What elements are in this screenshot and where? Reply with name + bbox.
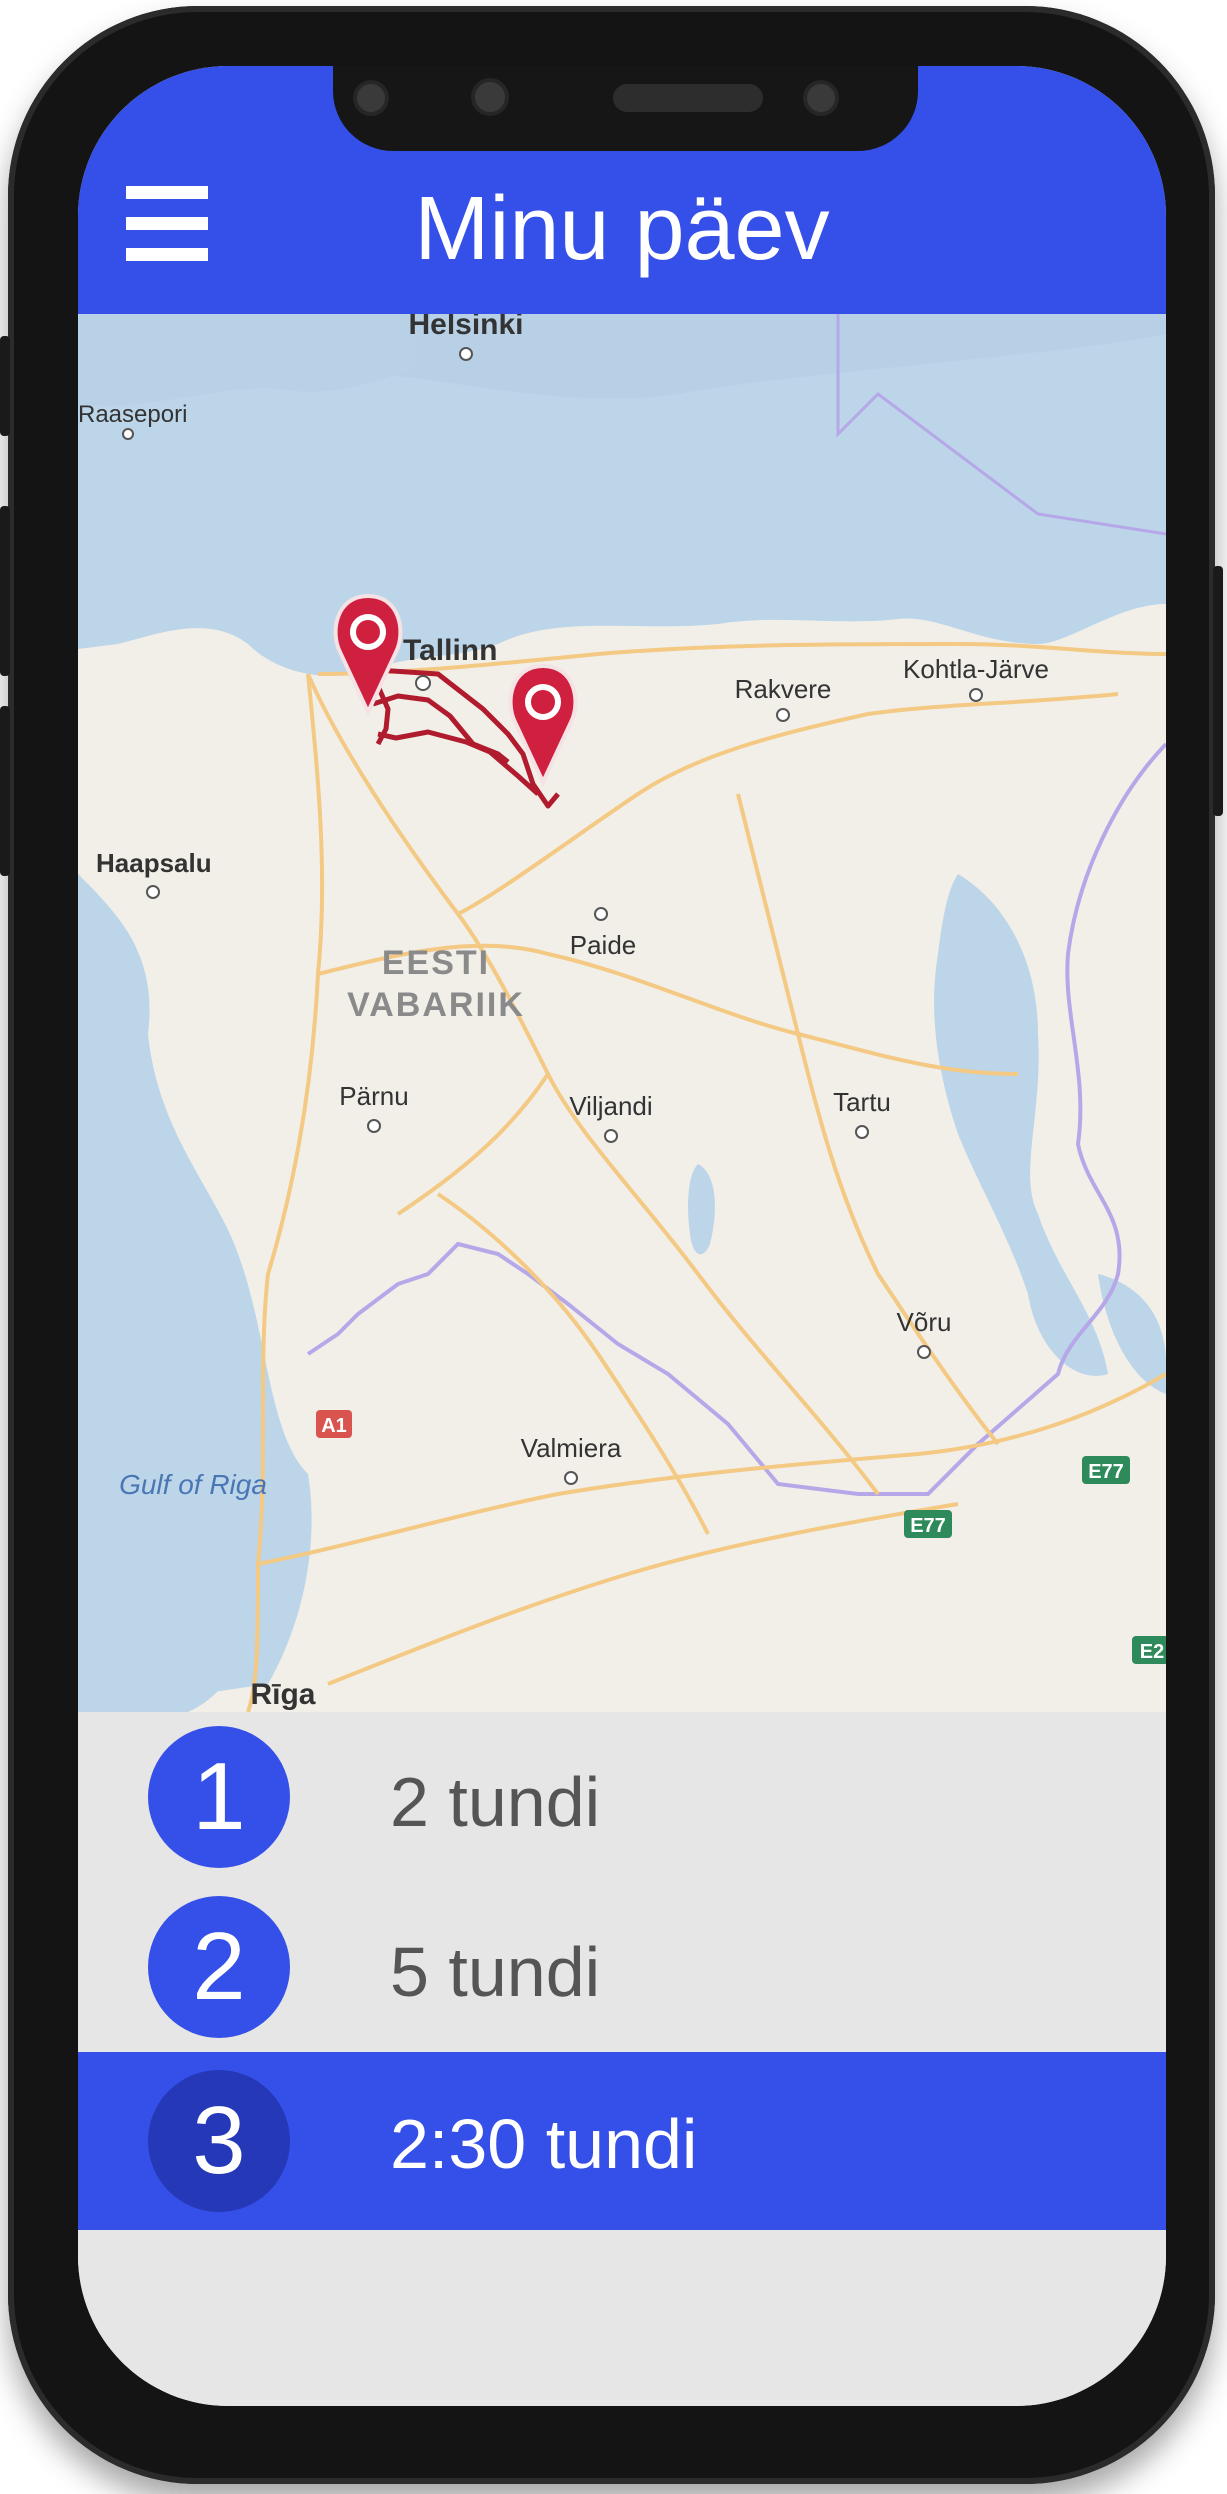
city-label-tartu: Tartu (833, 1087, 891, 1117)
page-title: Minu päev (414, 179, 830, 279)
map-pin-icon[interactable] (508, 663, 578, 787)
app-screen: Minu päev Helsinki Raasepori Tallinn Rak… (78, 66, 1166, 2406)
country-label-line1: EESTI (382, 944, 490, 982)
city-label-haapsalu: Haapsalu (96, 848, 212, 878)
map-view[interactable]: Helsinki Raasepori Tallinn Rakvere Kohtl… (78, 314, 1166, 1712)
map-pin-icon[interactable] (333, 593, 403, 717)
city-label-valmiera: Valmiera (521, 1433, 622, 1463)
map-canvas: Helsinki Raasepori Tallinn Rakvere Kohtl… (78, 314, 1166, 1712)
lake-area (934, 874, 1108, 1376)
volume-up-button (0, 506, 10, 676)
list-item-selected[interactable]: 3 2:30 tundi (78, 2052, 1166, 2230)
lake-area (688, 1164, 715, 1255)
sensor-icon (353, 80, 389, 116)
road-shield-e2-label: E2 (1140, 1641, 1164, 1663)
day-number-badge: 1 (148, 1726, 290, 1868)
side-button (0, 336, 10, 436)
day-number-badge: 3 (148, 2070, 290, 2212)
city-label-riga: Rīga (250, 1678, 315, 1711)
front-camera-icon (471, 78, 509, 116)
day-list: 1 2 tundi 2 5 tundi 3 2:30 tundi (78, 1712, 1166, 2230)
city-label-kohtla-jarve: Kohtla-Järve (903, 654, 1049, 684)
empty-area (78, 2230, 1166, 2406)
sensor-icon (803, 80, 839, 116)
road-shield-e77-label: E77 (910, 1515, 946, 1537)
road-shield-e77-label: E77 (1088, 1461, 1124, 1483)
state-border (306, 742, 1166, 1496)
lake-area (1098, 1274, 1166, 1394)
city-label-helsinki: Helsinki (408, 314, 523, 341)
city-label-parnu: Pärnu (339, 1081, 408, 1111)
day-duration-label: 5 tundi (390, 1933, 601, 2011)
day-number-badge: 2 (148, 1896, 290, 2038)
day-duration-label: 2:30 tundi (390, 2105, 698, 2183)
city-label-tallinn: Tallinn (403, 634, 497, 667)
city-label-voru: Võru (897, 1307, 952, 1337)
list-item[interactable]: 2 5 tundi (78, 1882, 1166, 2052)
city-label-raasepori: Raasepori (78, 401, 187, 428)
earpiece-speaker (613, 84, 763, 112)
city-label-paide: Paide (570, 930, 637, 960)
city-label-viljandi: Viljandi (569, 1091, 652, 1121)
water-label-gulf-of-riga: Gulf of Riga (119, 1469, 267, 1500)
city-label-rakvere: Rakvere (735, 674, 832, 704)
road-shield-a1-label: A1 (321, 1415, 347, 1437)
list-item[interactable]: 1 2 tundi (78, 1712, 1166, 1882)
phone-notch (333, 66, 918, 151)
phone-frame: Minu päev Helsinki Raasepori Tallinn Rak… (0, 6, 1223, 2484)
day-duration-label: 2 tundi (390, 1763, 601, 1841)
volume-down-button (0, 706, 10, 876)
country-label-line2: VABARIIK (347, 986, 525, 1024)
power-button (1213, 566, 1223, 816)
